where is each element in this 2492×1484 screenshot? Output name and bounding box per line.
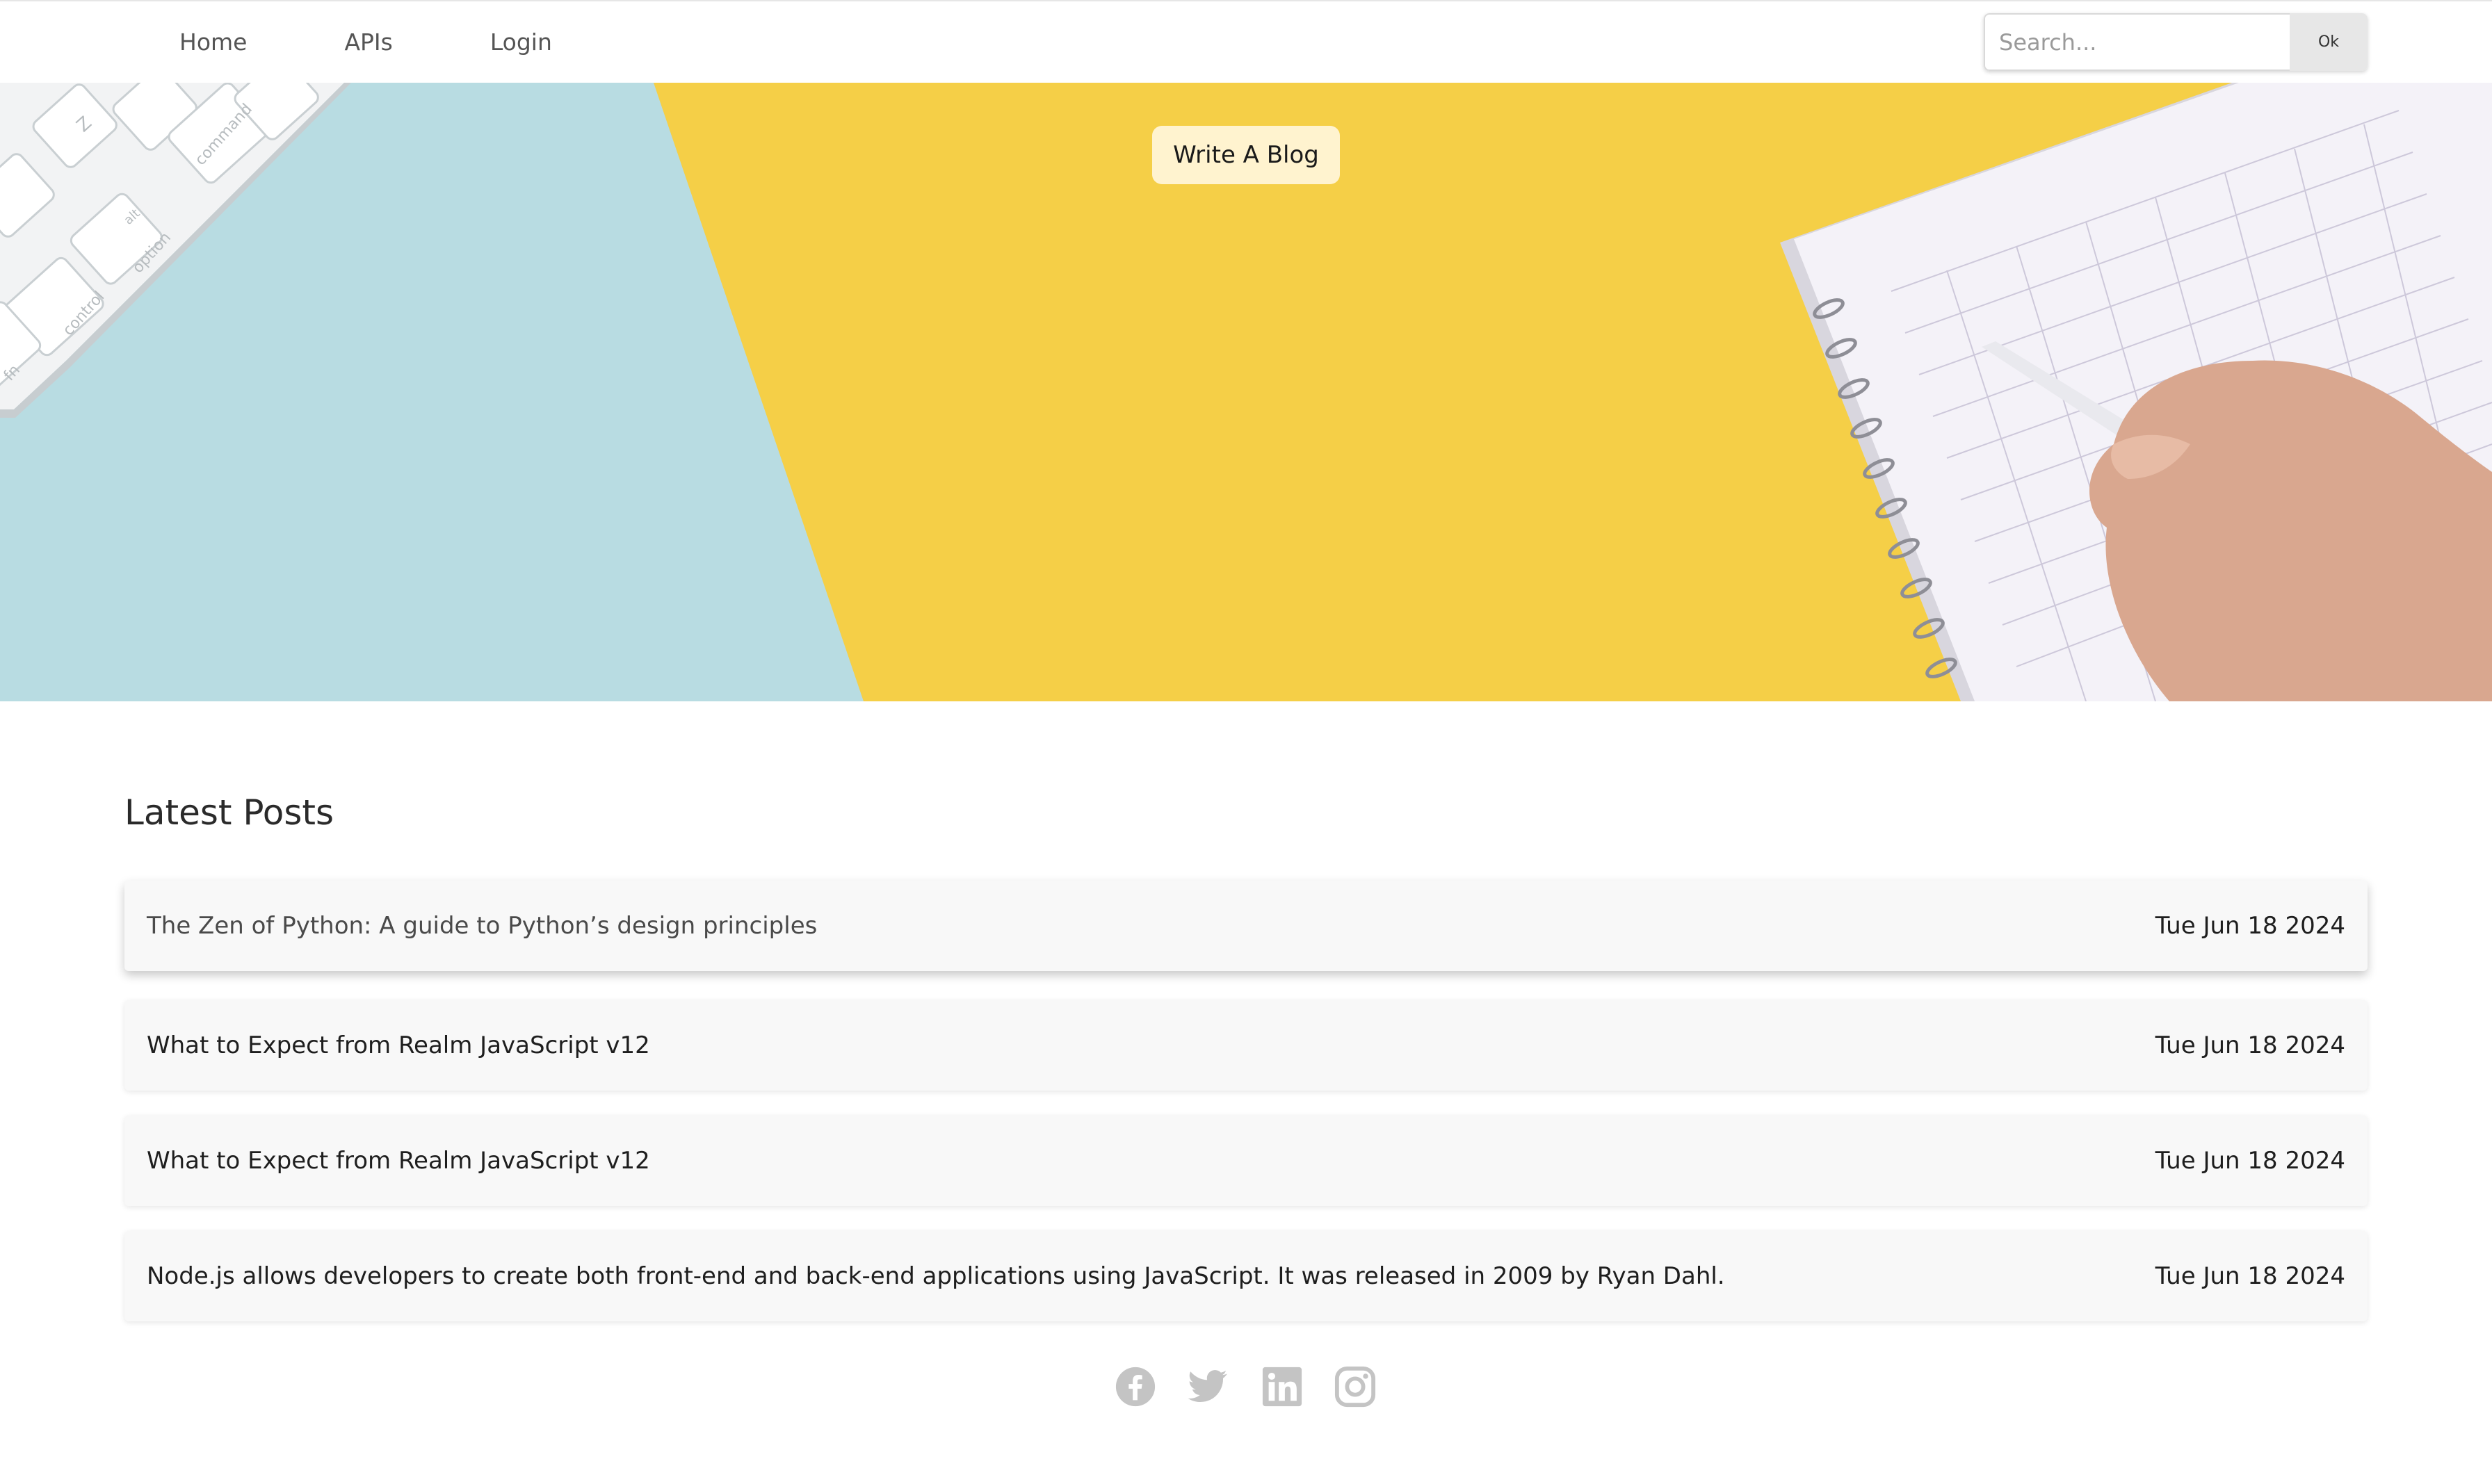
search-input[interactable]	[1984, 13, 2290, 71]
latest-posts-heading: Latest Posts	[124, 792, 334, 833]
post-title[interactable]: What to Expect from Realm JavaScript v12	[147, 1116, 650, 1206]
post-date: Tue Jun 18 2024	[2155, 1032, 2345, 1059]
write-blog-button[interactable]: Write A Blog	[1152, 126, 1340, 184]
social-links	[1114, 1365, 1377, 1408]
hero-banner: Z alt option control command fn Write A …	[0, 83, 2492, 701]
twitter-icon[interactable]	[1187, 1365, 1230, 1408]
post-list: The Zen of Python: A guide to Python’s d…	[124, 881, 2368, 1346]
post-card[interactable]: Node.js allows developers to create both…	[124, 1231, 2368, 1321]
facebook-icon[interactable]	[1114, 1365, 1157, 1408]
post-date: Tue Jun 18 2024	[2155, 912, 2345, 940]
nav-link-home[interactable]: Home	[179, 28, 247, 56]
linkedin-icon[interactable]	[1261, 1365, 1304, 1408]
search-submit-button[interactable]: Ok	[2290, 13, 2368, 71]
post-card[interactable]: What to Expect from Realm JavaScript v12…	[124, 1000, 2368, 1091]
instagram-icon[interactable]	[1334, 1365, 1377, 1408]
post-card[interactable]: What to Expect from Realm JavaScript v12…	[124, 1116, 2368, 1206]
post-title[interactable]: Node.js allows developers to create both…	[147, 1231, 1725, 1321]
post-date: Tue Jun 18 2024	[2155, 1147, 2345, 1175]
navbar: Home APIs Login Ok	[0, 0, 2492, 83]
post-card[interactable]: The Zen of Python: A guide to Python’s d…	[124, 881, 2368, 971]
post-title[interactable]: The Zen of Python: A guide to Python’s d…	[147, 881, 817, 971]
post-title[interactable]: What to Expect from Realm JavaScript v12	[147, 1000, 650, 1091]
nav-links: Home APIs Login	[179, 1, 552, 83]
post-date: Tue Jun 18 2024	[2155, 1262, 2345, 1290]
nav-link-login[interactable]: Login	[490, 28, 552, 56]
page: Home APIs Login Ok	[0, 0, 2492, 1484]
search-form: Ok	[1984, 13, 2368, 71]
nav-link-apis[interactable]: APIs	[344, 28, 392, 56]
